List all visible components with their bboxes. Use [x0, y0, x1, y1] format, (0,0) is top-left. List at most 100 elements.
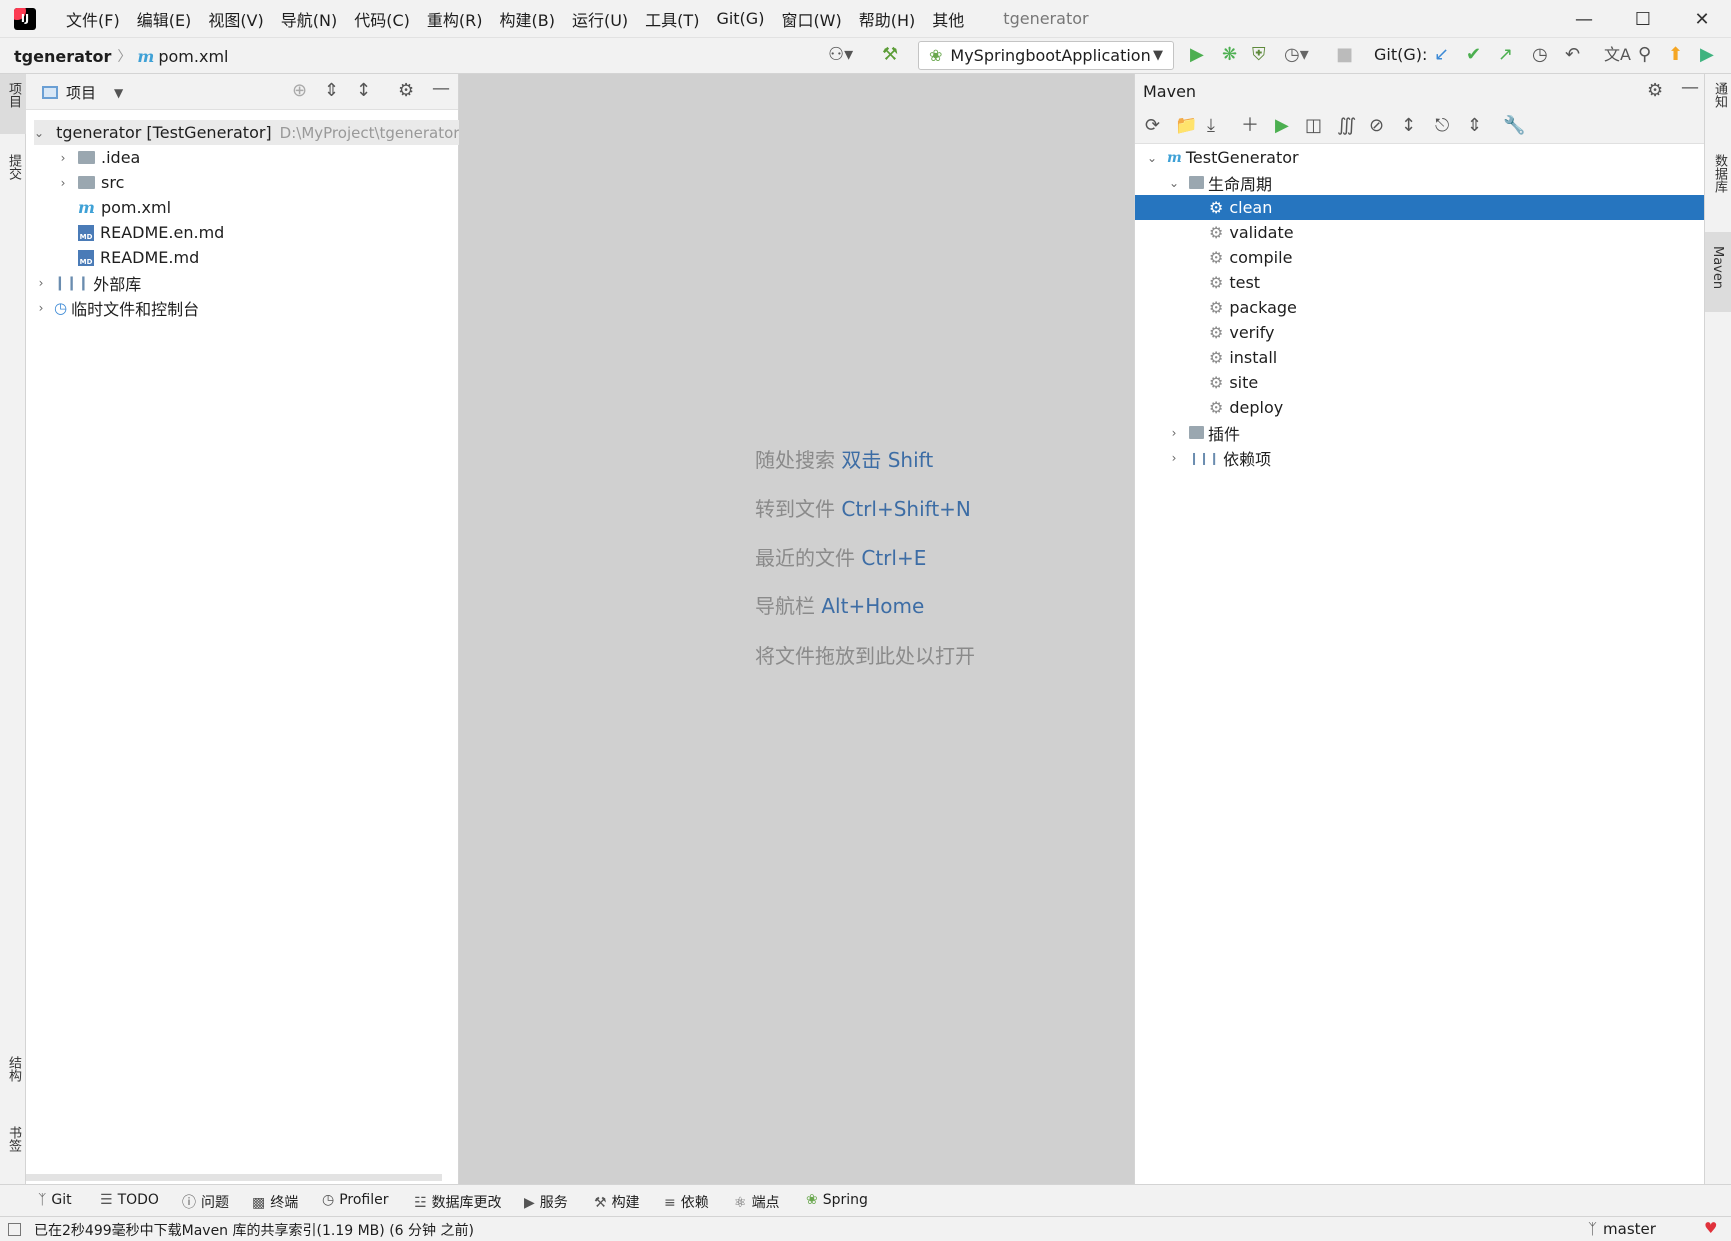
project-tool-tab[interactable]: 项目	[4, 82, 23, 108]
tool-tab-dependencies[interactable]: ≡ 依赖	[664, 1192, 709, 1212]
maven-phase-test[interactable]: ⚙ test	[1209, 270, 1260, 295]
jetbrains-icon[interactable]: ▶	[1700, 46, 1714, 64]
commit-tool-tab[interactable]: 提交	[4, 154, 23, 180]
chevron-down-icon[interactable]: ⌄	[1167, 176, 1181, 190]
tool-tab-terminal[interactable]: ▩ 终端	[252, 1192, 298, 1212]
search-icon[interactable]: ⚲	[1638, 46, 1651, 64]
menu-refactor[interactable]: 重构(R)	[427, 7, 483, 31]
profile-icon[interactable]: ◷▾	[1284, 46, 1309, 64]
chevron-right-icon[interactable]: ›	[34, 301, 48, 315]
maven-phase-clean[interactable]: ⚙ clean	[1135, 195, 1704, 220]
maven-phase-site[interactable]: ⚙ site	[1209, 370, 1258, 395]
expand-all-icon[interactable]: ⇕	[324, 82, 339, 100]
git-branch-widget[interactable]: ᛉ master	[1588, 1220, 1656, 1238]
plugin-status-icon[interactable]: ♥	[1704, 1219, 1717, 1237]
database-tool-tab[interactable]: 数据库	[1710, 154, 1729, 193]
git-update-icon[interactable]: ↙	[1434, 46, 1449, 64]
tree-item-pom[interactable]: m pom.xml	[78, 195, 171, 220]
menu-view[interactable]: 视图(V)	[208, 7, 263, 31]
tree-item-external-libs[interactable]: › ❙❙❙ 外部库	[34, 270, 142, 295]
chevron-right-icon[interactable]: ›	[56, 176, 70, 190]
chevron-down-icon[interactable]: ▼	[114, 86, 123, 100]
breadcrumb-file[interactable]: pom.xml	[158, 47, 228, 66]
download-icon[interactable]: ⤓	[1207, 117, 1215, 135]
git-commit-icon[interactable]: ✔	[1466, 46, 1481, 64]
maven-phase-verify[interactable]: ⚙ verify	[1209, 320, 1275, 345]
menu-code[interactable]: 代码(C)	[354, 7, 410, 31]
menu-tools[interactable]: 工具(T)	[645, 7, 699, 31]
tree-root[interactable]: ⌄ tgenerator [TestGenerator] D:\MyProjec…	[34, 120, 459, 145]
maven-plugins-node[interactable]: › 插件	[1167, 420, 1240, 445]
tool-tab-database-changes[interactable]: ☳ 数据库更改	[414, 1192, 502, 1212]
reload-icon[interactable]: ⟳	[1145, 117, 1160, 135]
menu-run[interactable]: 运行(U)	[572, 7, 628, 31]
tool-tab-build[interactable]: ⚒ 构建	[594, 1192, 640, 1212]
chevron-right-icon[interactable]: ›	[56, 151, 70, 165]
tool-tab-spring[interactable]: ❀ Spring	[806, 1192, 868, 1208]
git-push-icon[interactable]: ↗	[1498, 46, 1513, 64]
collapse-all-icon[interactable]: ↕	[356, 82, 371, 100]
tree-item-idea[interactable]: › .idea	[56, 145, 141, 170]
status-toggle-icon[interactable]	[8, 1223, 21, 1236]
status-message[interactable]: 已在2秒499毫秒中下载Maven 库的共享索引(1.19 MB) (6 分钟 …	[34, 1220, 474, 1240]
chevron-down-icon[interactable]: ⌄	[1145, 151, 1159, 165]
expand-icon[interactable]: ⇕	[1467, 117, 1482, 135]
chevron-down-icon[interactable]: ⌄	[34, 126, 44, 140]
project-panel-title[interactable]: 项目	[66, 82, 96, 103]
chevron-right-icon[interactable]: ›	[34, 276, 48, 290]
wrench-icon[interactable]: 🔧	[1503, 117, 1525, 135]
tree-item-scratches[interactable]: › ◷ 临时文件和控制台	[34, 295, 200, 320]
stop-icon[interactable]: ■	[1336, 46, 1353, 64]
maven-project-node[interactable]: ⌄ m TestGenerator	[1145, 145, 1299, 170]
chevron-right-icon[interactable]: ›	[1167, 426, 1181, 440]
maven-phase-validate[interactable]: ⚙ validate	[1209, 220, 1294, 245]
tool-tab-todo[interactable]: ☰ TODO	[100, 1192, 159, 1208]
menu-help[interactable]: 帮助(H)	[859, 7, 916, 31]
run-icon[interactable]: ▶	[1190, 46, 1204, 64]
git-rollback-icon[interactable]: ↶	[1565, 46, 1580, 64]
run-configuration-select[interactable]: ❀ MySpringbootApplication ▼	[918, 41, 1174, 70]
editor-empty-area[interactable]: 随处搜索 双击 Shift 转到文件 Ctrl+Shift+N 最近的文件 Ct…	[459, 74, 1134, 1184]
maven-dependencies-node[interactable]: › ❙❙❙ 依赖项	[1167, 445, 1272, 470]
tree-item-src[interactable]: › src	[56, 170, 125, 195]
hide-icon[interactable]: —	[1681, 79, 1699, 97]
notifications-tool-tab[interactable]: 通知	[1710, 82, 1729, 108]
menu-build[interactable]: 构建(B)	[500, 7, 555, 31]
tree-item-readme[interactable]: MD README.md	[78, 245, 199, 270]
gear-icon[interactable]: ⚙	[1647, 82, 1663, 100]
user-icon[interactable]: ⚇▾	[828, 46, 853, 64]
hide-icon[interactable]: —	[432, 80, 450, 98]
menu-edit[interactable]: 编辑(E)	[137, 7, 192, 31]
horizontal-scrollbar[interactable]	[26, 1174, 442, 1181]
tool-tab-git[interactable]: ᛉ Git	[38, 1192, 72, 1208]
chevron-right-icon[interactable]: ›	[1167, 451, 1181, 465]
menu-git[interactable]: Git(G)	[716, 9, 764, 28]
run-icon[interactable]: ▶	[1275, 117, 1289, 135]
build-hammer-icon[interactable]: ⚒	[882, 46, 898, 64]
menu-window[interactable]: 窗口(W)	[781, 7, 841, 31]
generate-sources-icon[interactable]: 📁	[1175, 117, 1197, 135]
tool-tab-problems[interactable]: ⓘ 问题	[182, 1192, 229, 1212]
show-dependencies-icon[interactable]: ⎋	[1435, 117, 1449, 135]
add-icon[interactable]: ＋	[1241, 117, 1259, 135]
maven-lifecycle-node[interactable]: ⌄ 生命周期	[1167, 170, 1272, 195]
tool-tab-services[interactable]: ▶ 服务	[524, 1192, 568, 1212]
gear-icon[interactable]: ⚙	[398, 82, 414, 100]
maven-phase-compile[interactable]: ⚙ compile	[1209, 245, 1292, 270]
git-history-icon[interactable]: ◷	[1532, 46, 1548, 64]
update-icon[interactable]: ⬆	[1668, 46, 1683, 64]
menu-other[interactable]: 其他	[932, 7, 964, 31]
minimize-icon[interactable]: —	[1555, 0, 1613, 38]
menu-navigate[interactable]: 导航(N)	[281, 7, 337, 31]
tree-item-readme-en[interactable]: MD README.en.md	[78, 220, 224, 245]
tool-tab-endpoints[interactable]: ⚛ 端点	[734, 1192, 780, 1212]
tool-tab-profiler[interactable]: ◷ Profiler	[322, 1192, 389, 1208]
maven-tool-tab[interactable]: Maven	[1710, 246, 1725, 289]
maximize-icon[interactable]: ☐	[1614, 0, 1672, 38]
maven-phase-install[interactable]: ⚙ install	[1209, 345, 1277, 370]
close-icon[interactable]: ✕	[1673, 0, 1731, 38]
coverage-icon[interactable]: ⛨	[1252, 46, 1266, 64]
locate-icon[interactable]: ⊕	[292, 82, 307, 100]
maven-phase-package[interactable]: ⚙ package	[1209, 295, 1297, 320]
toggle-offline-icon[interactable]: ∭	[1337, 117, 1356, 135]
